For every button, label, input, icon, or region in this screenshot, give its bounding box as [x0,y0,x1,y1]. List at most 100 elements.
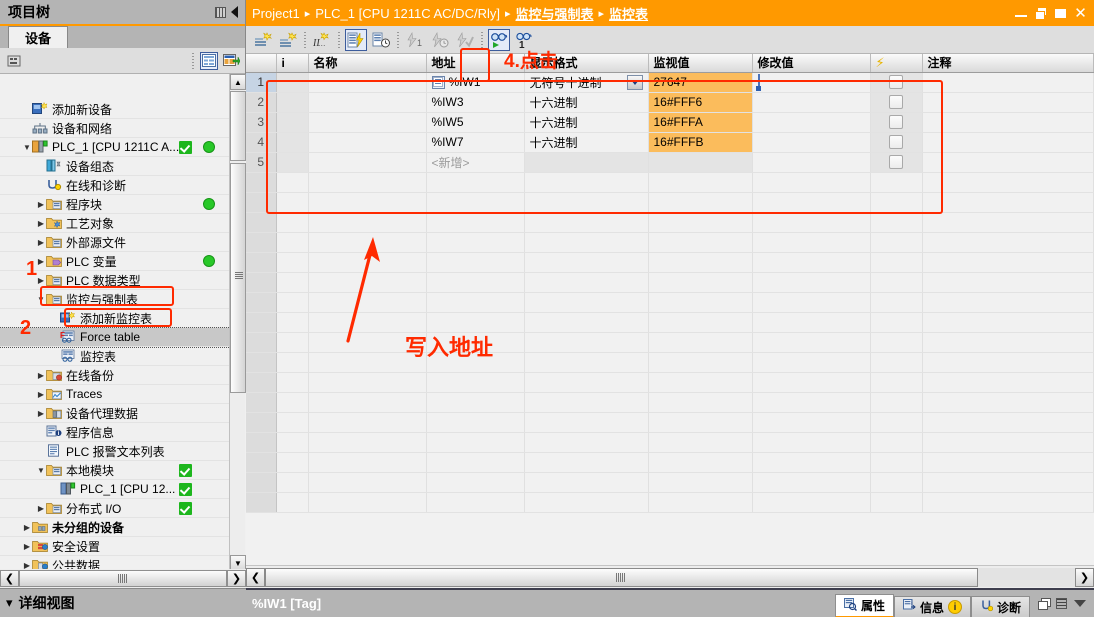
table-row[interactable]: 2 %IW3 十六进制 16#FFF6 [246,92,1094,113]
tree-item[interactable]: ▶ 工艺对象 [0,214,230,233]
cell-format-wrap[interactable]: 无符号十进制 [524,72,649,93]
tree-export-icon[interactable] [222,52,240,70]
tree-item[interactable]: F Force table [0,327,231,348]
cell-comment[interactable] [922,112,1094,133]
table-row[interactable]: 3 %IW5 十六进制 16#FFFA [246,112,1094,133]
status-tab-2[interactable]: i 信息 i [893,596,971,617]
tree-item[interactable]: ▶ 设备代理数据 [0,404,230,423]
tree-scroll-thumb[interactable] [230,163,246,393]
tree-expander[interactable]: ▶ [36,504,46,513]
col-header-rownum[interactable] [246,54,277,73]
monitor-once-icon[interactable] [370,29,392,51]
table-row[interactable]: 1 %IW1 无符号十进制 27647 [246,72,1094,93]
tree-search-icon[interactable] [5,52,23,70]
tree-item[interactable]: 在线和诊断 [0,176,230,195]
tree-expander[interactable]: ▼ [36,295,46,304]
force-checkbox[interactable] [889,115,903,129]
tree-item[interactable]: ▼ 本地模块 [0,461,230,480]
hscroll-right-button[interactable]: ❯ [227,570,246,587]
row-number[interactable]: 5 [246,152,277,173]
main-hscroll-track[interactable] [265,567,1075,587]
tree-expander[interactable]: ▼ [22,143,32,152]
cell-format-wrap[interactable]: 十六进制 [524,92,649,113]
modify-value-input[interactable] [757,74,760,90]
cell-modify-wrap[interactable] [752,112,871,133]
cell-format-wrap[interactable] [524,152,649,173]
table-row[interactable]: 5 <新增> [246,152,1094,173]
force-checkbox[interactable] [889,155,903,169]
collapse-panel-icon[interactable] [231,6,238,18]
main-hscroll-left-button[interactable]: ❮ [246,567,265,587]
cell-comment[interactable] [922,132,1094,153]
cell-format-wrap[interactable]: 十六进制 [524,132,649,153]
tree-item[interactable]: ▶ 外部源文件 [0,233,230,252]
monitor-once2-icon[interactable]: 1 [513,29,535,51]
hscroll-thumb[interactable] [19,570,227,587]
cell-comment[interactable] [922,92,1094,113]
cell-bolt[interactable] [870,72,923,93]
cell-bolt[interactable] [870,132,923,153]
tree-item[interactable]: ▶ 在线备份 [0,366,230,385]
detail-view-bar[interactable]: ▾ 详细视图 [0,588,246,617]
tree-expander[interactable]: ▶ [22,542,32,551]
force-checkbox[interactable] [889,135,903,149]
scroll-up-button[interactable]: ▲ [230,74,246,90]
tree-expander[interactable]: ▶ [36,219,46,228]
col-header-comment[interactable]: 注释 [922,54,1094,73]
tree-expander[interactable]: ▶ [36,276,46,285]
status-tab-1[interactable]: 属性 [834,594,894,617]
breadcrumb-item[interactable]: PLC_1 [CPU 1211C AC/DC/Rly] [315,6,500,21]
tree-item[interactable]: PLC 报警文本列表 [0,442,230,461]
tree-item[interactable]: ▶ Traces [0,385,230,404]
cell-modify-wrap[interactable] [752,132,871,153]
modify-with-trigger-icon[interactable] [429,29,451,51]
insert-row-icon[interactable] [252,29,274,51]
insert-row-after-icon[interactable] [277,29,299,51]
tree-overview-icon[interactable] [200,51,218,70]
tree-item[interactable]: 添加新监控表 [0,309,230,328]
cell-comment[interactable] [922,72,1094,93]
tree-scroll-thumb-top[interactable] [230,91,246,161]
close-button[interactable]: ✕ [1074,6,1087,21]
main-hscroll-right-button[interactable]: ❯ [1075,567,1094,587]
main-hscroll-thumb[interactable] [265,567,978,587]
monitor-start-icon[interactable] [488,28,510,51]
tree-vertical-scrollbar[interactable]: ▲ ▼ [229,74,246,571]
cell-comment[interactable] [922,152,1094,173]
tree-item[interactable]: 添加新设备 [0,100,230,119]
force-checkbox[interactable] [889,95,903,109]
col-header-address[interactable]: 地址 [426,54,525,73]
col-header-modify-value[interactable]: 修改值 [752,54,871,73]
cell-bolt[interactable] [870,112,923,133]
tree-horizontal-scrollbar[interactable]: ❮ ❯ [0,569,246,588]
row-number[interactable]: 4 [246,132,277,153]
col-header-bolt[interactable]: ⚡ [870,54,923,73]
col-header-name[interactable]: 名称 [308,54,427,73]
tree-item[interactable]: ▶ PLC 变量 [0,252,230,271]
col-header-info[interactable]: i [276,54,309,73]
hscroll-track[interactable] [19,570,227,587]
breadcrumb-item[interactable]: 监控与强制表 [515,4,593,23]
tab-devices[interactable]: 设备 [8,26,68,48]
modify-now-icon[interactable]: 1 [404,29,426,51]
cell-bolt[interactable] [870,152,923,173]
cell-modify-wrap[interactable] [752,72,871,93]
tree-expander[interactable]: ▶ [36,409,46,418]
tree-expander[interactable]: ▶ [36,257,46,266]
status-tab-3[interactable]: 诊断 [970,596,1030,617]
tree-expander[interactable]: ▼ [36,466,46,475]
main-horizontal-scrollbar[interactable]: ❮ ❯ [246,565,1094,588]
tree-expander[interactable]: ▶ [36,371,46,380]
tree-item[interactable]: ▼ PLC_1 [CPU 1211C A... [0,138,230,157]
tree-item[interactable]: 设备组态 [0,157,230,176]
cell-address-wrap[interactable]: %IW7 [426,132,525,153]
chevron-down-icon[interactable]: ▾ [6,595,13,611]
force-checkbox[interactable] [889,75,903,89]
row-number[interactable]: 1 [246,72,277,93]
tree-item[interactable]: ▶ 未分组的设备 [0,518,230,537]
hscroll-left-button[interactable]: ❮ [0,570,19,587]
cell-name[interactable] [308,112,427,133]
cell-format-wrap[interactable]: 十六进制 [524,112,649,133]
maximize-button[interactable] [1054,7,1067,20]
breadcrumb-item[interactable]: Project1 [252,6,300,21]
